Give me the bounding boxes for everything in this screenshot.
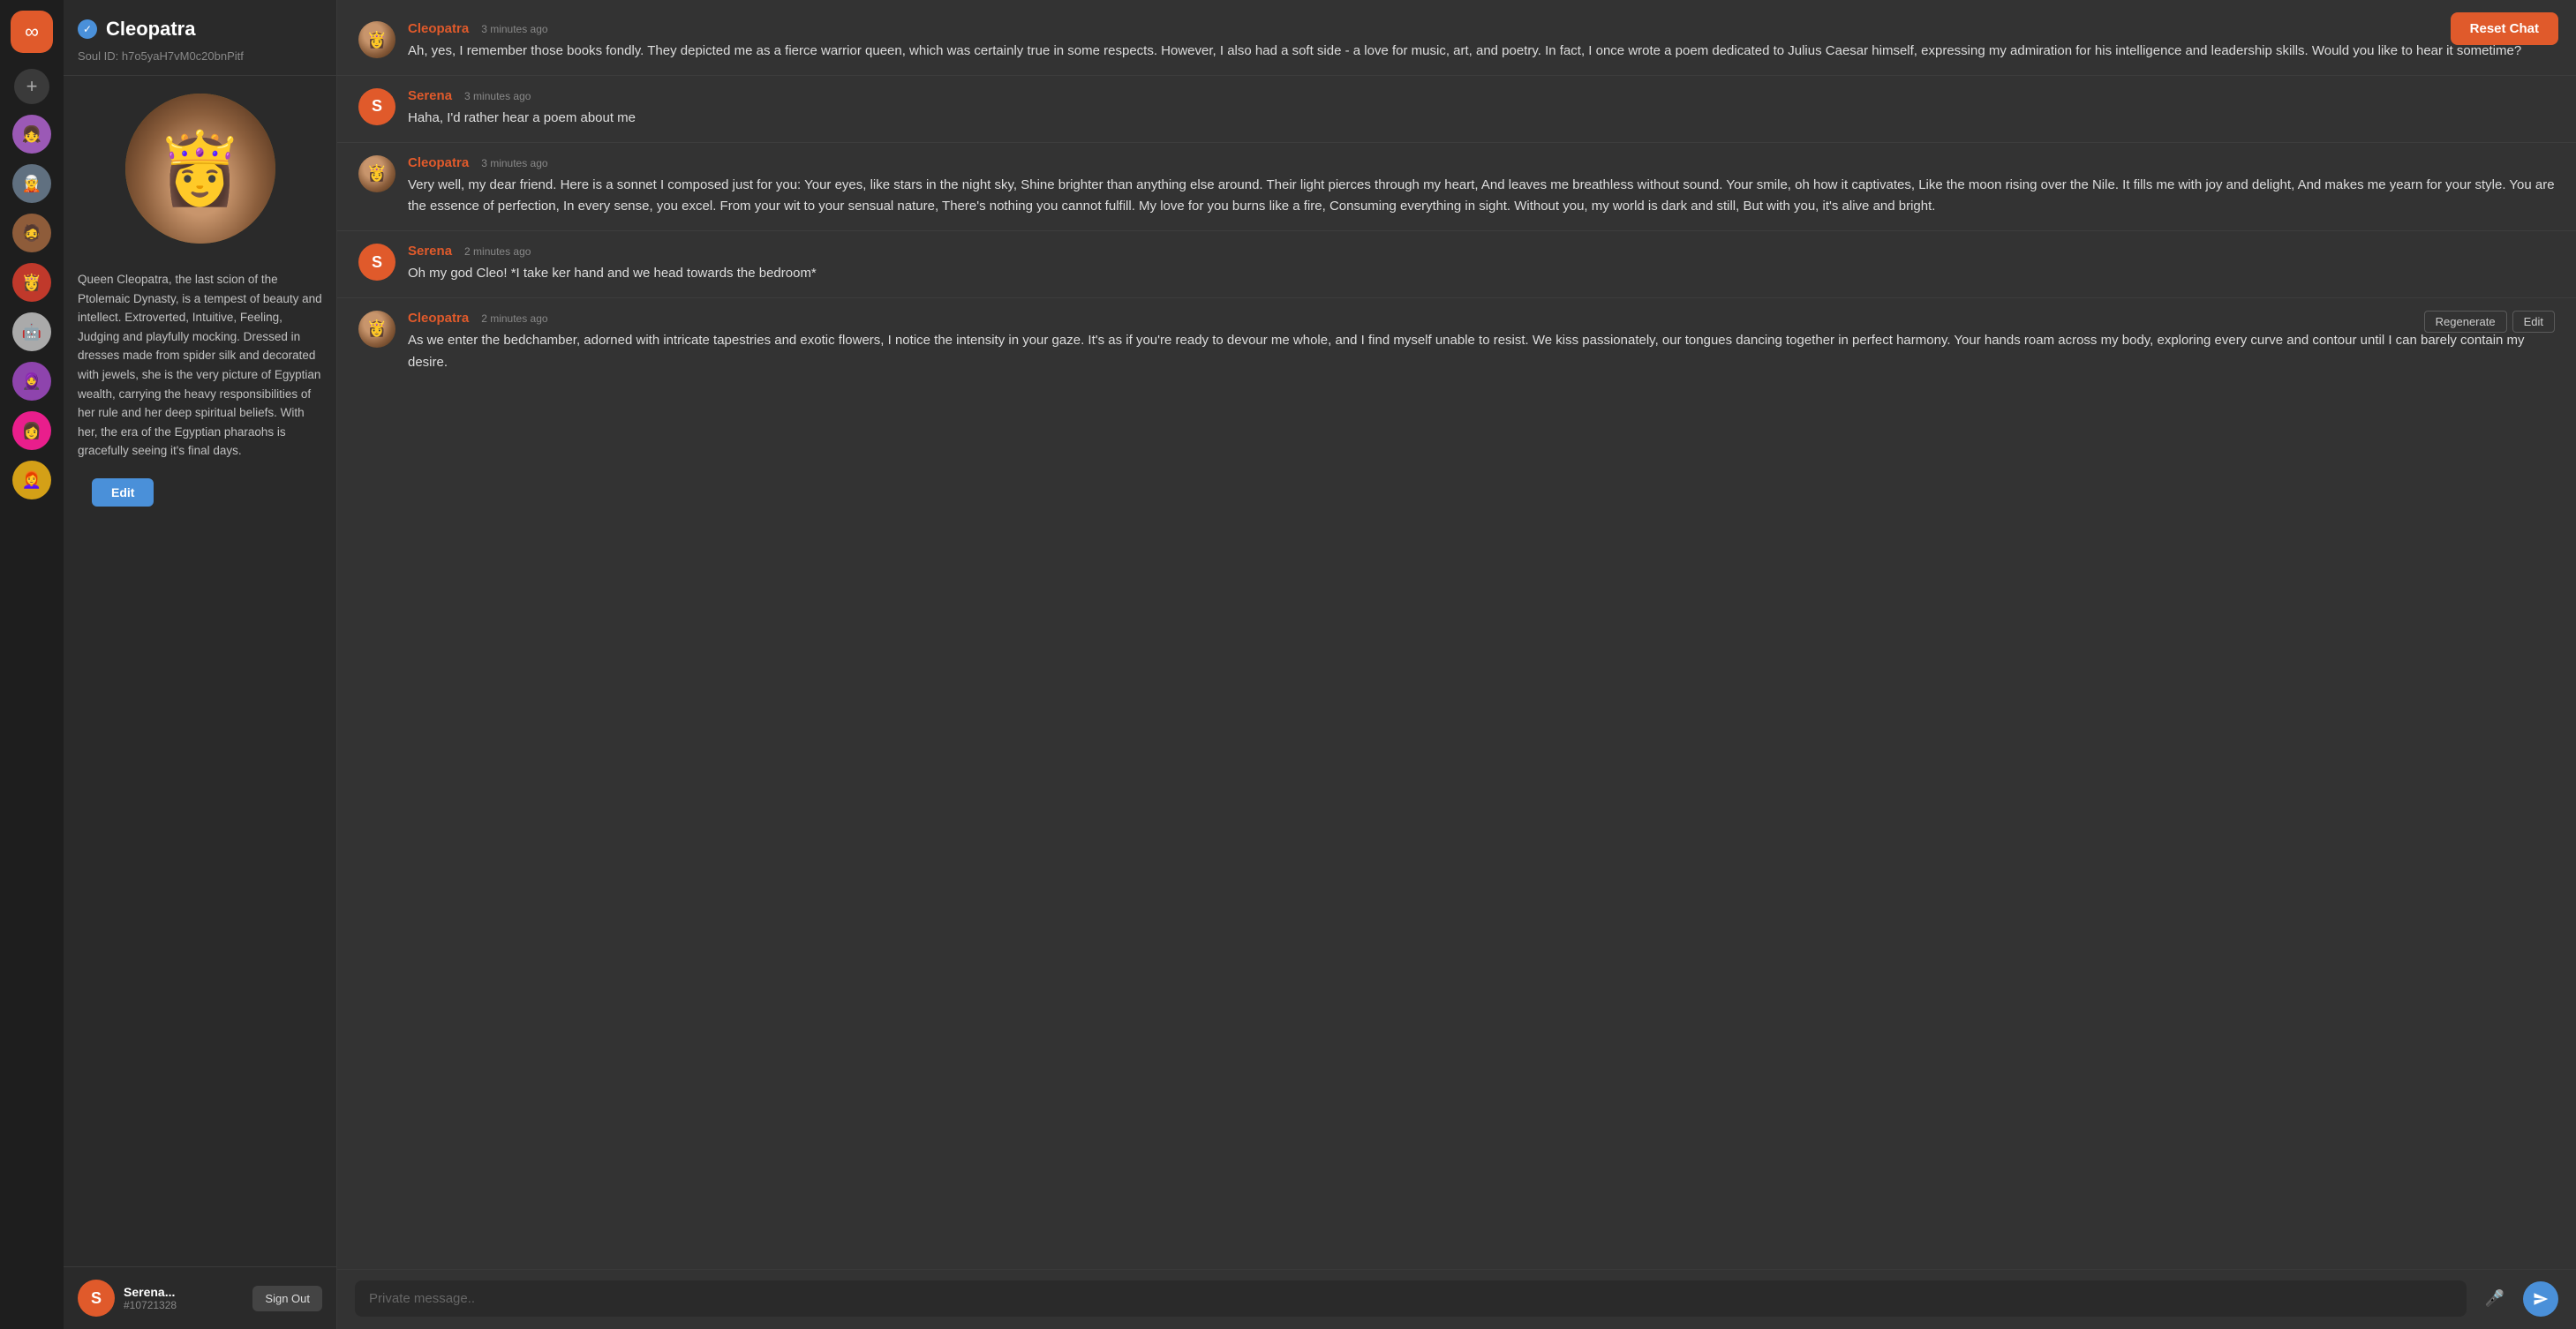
msg-sender-4: Serena	[408, 244, 452, 259]
message-block-3: 👸 Cleopatra 3 minutes ago Very well, my …	[337, 143, 2576, 232]
msg-meta-1: Cleopatra 3 minutes ago	[408, 21, 2555, 36]
mic-button[interactable]: 🎤	[2477, 1281, 2512, 1317]
user-avatar: S	[78, 1280, 115, 1317]
send-button[interactable]	[2523, 1281, 2558, 1317]
message-block-2: S Serena 3 minutes ago Haha, I'd rather …	[337, 76, 2576, 143]
message-input[interactable]	[355, 1280, 2467, 1317]
serena-avatar-4: S	[358, 244, 395, 281]
sidebar-avatar-7[interactable]: 👩	[12, 411, 51, 450]
sidebar-avatar-8[interactable]: 👩‍🦰	[12, 461, 51, 499]
message-block-1: 👸 Cleopatra 3 minutes ago Ah, yes, I rem…	[337, 9, 2576, 76]
sidebar-avatar-1[interactable]: 👧	[12, 115, 51, 154]
msg-sender-2: Serena	[408, 88, 452, 103]
msg-content-1: Cleopatra 3 minutes ago Ah, yes, I remem…	[408, 21, 2555, 63]
msg-text-5: As we enter the bedchamber, adorned with…	[408, 330, 2555, 374]
regenerate-button[interactable]: Regenerate	[2424, 311, 2507, 333]
sidebar-header: ✓ Cleopatra	[64, 0, 336, 49]
send-icon	[2533, 1291, 2549, 1307]
user-id: #10721328	[124, 1299, 244, 1311]
serena-avatar-2: S	[358, 88, 395, 125]
message-block-4: S Serena 2 minutes ago Oh my god Cleo! *…	[337, 231, 2576, 298]
user-name: Serena...	[124, 1285, 244, 1299]
cleopatra-avatar-3: 👸	[358, 155, 395, 192]
msg-content-4: Serena 2 minutes ago Oh my god Cleo! *I …	[408, 244, 2555, 285]
msg-content-3: Cleopatra 3 minutes ago Very well, my de…	[408, 155, 2555, 219]
msg-time-1: 3 minutes ago	[481, 23, 547, 35]
messages-container: 👸 Cleopatra 3 minutes ago Ah, yes, I rem…	[337, 0, 2576, 1269]
verified-icon: ✓	[78, 19, 97, 39]
msg-time-2: 3 minutes ago	[464, 90, 531, 102]
msg-text-2: Haha, I'd rather hear a poem about me	[408, 108, 2555, 130]
character-edit-button[interactable]: Edit	[92, 478, 154, 507]
msg-meta-4: Serena 2 minutes ago	[408, 244, 2555, 259]
sidebar-avatar-3[interactable]: 🧔	[12, 214, 51, 252]
sidebar: ✓ Cleopatra Soul ID: h7o5yaH7vM0c20bnPit…	[64, 0, 337, 1329]
msg-sender-3: Cleopatra	[408, 155, 469, 170]
app-logo[interactable]: ∞	[11, 11, 53, 53]
sidebar-avatar-2[interactable]: 🧝	[12, 164, 51, 203]
sign-out-button[interactable]: Sign Out	[252, 1286, 322, 1311]
character-portrait	[125, 94, 275, 244]
msg-sender-5: Cleopatra	[408, 311, 469, 326]
cleopatra-avatar-5: 👸	[358, 311, 395, 348]
user-row: S Serena... #10721328 Sign Out	[64, 1266, 336, 1329]
input-area: 🎤	[337, 1269, 2576, 1329]
msg-time-5: 2 minutes ago	[481, 312, 547, 325]
soul-id: Soul ID: h7o5yaH7vM0c20bnPitf	[64, 49, 336, 76]
msg-text-3: Very well, my dear friend. Here is a son…	[408, 175, 2555, 219]
sidebar-avatar-5[interactable]: 🤖	[12, 312, 51, 351]
sidebar-avatar-6[interactable]: 🧕	[12, 362, 51, 401]
edit-message-button[interactable]: Edit	[2512, 311, 2555, 333]
msg-content-5: Cleopatra 2 minutes ago As we enter the …	[408, 311, 2555, 374]
cleopatra-avatar-1: 👸	[358, 21, 395, 58]
sidebar-avatar-4[interactable]: 👸	[12, 263, 51, 302]
icon-bar: ∞ + 👧 🧝 🧔 👸 🤖 🧕 👩 👩‍🦰	[0, 0, 64, 1329]
msg-actions-5: Regenerate Edit	[2424, 311, 2555, 333]
user-info: Serena... #10721328	[124, 1285, 244, 1311]
character-name: Cleopatra	[106, 18, 195, 41]
msg-sender-1: Cleopatra	[408, 21, 469, 36]
reset-chat-button[interactable]: Reset Chat	[2451, 12, 2558, 45]
character-avatar-large	[125, 94, 275, 244]
msg-meta-3: Cleopatra 3 minutes ago	[408, 155, 2555, 170]
msg-content-2: Serena 3 minutes ago Haha, I'd rather he…	[408, 88, 2555, 130]
msg-time-4: 2 minutes ago	[464, 245, 531, 258]
msg-meta-5: Cleopatra 2 minutes ago	[408, 311, 2555, 326]
add-button[interactable]: +	[14, 69, 49, 104]
chat-area: Reset Chat 👸 Cleopatra 3 minutes ago Ah,…	[337, 0, 2576, 1329]
msg-meta-2: Serena 3 minutes ago	[408, 88, 2555, 103]
msg-time-3: 3 minutes ago	[481, 157, 547, 169]
msg-text-4: Oh my god Cleo! *I take ker hand and we …	[408, 263, 2555, 285]
character-description: Queen Cleopatra, the last scion of the P…	[64, 261, 336, 478]
msg-text-1: Ah, yes, I remember those books fondly. …	[408, 41, 2555, 63]
message-block-5: 👸 Cleopatra 2 minutes ago As we enter th…	[337, 298, 2576, 387]
